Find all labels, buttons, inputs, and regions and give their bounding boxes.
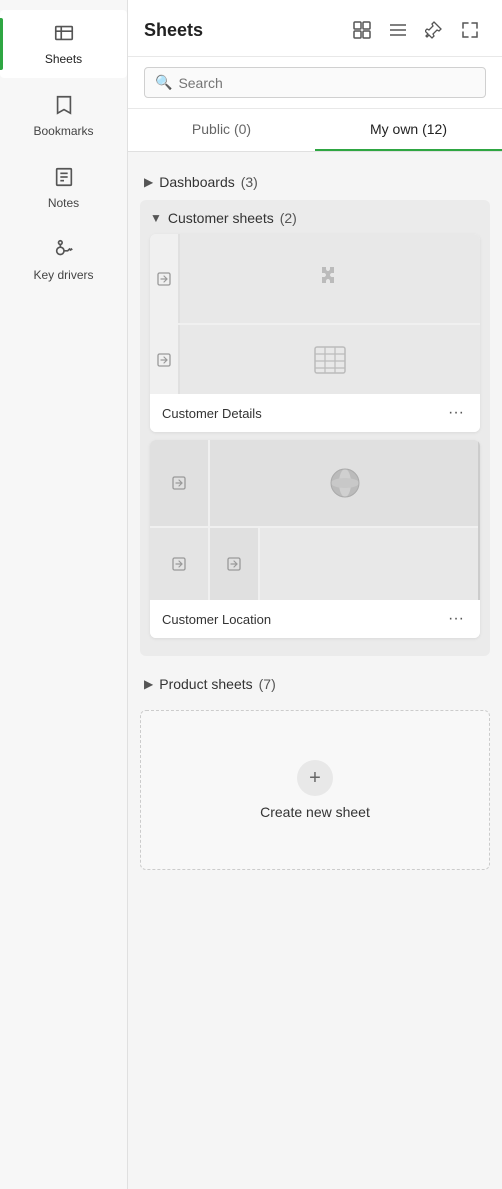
create-plus-icon: + [297, 760, 333, 796]
more-options-customer-location[interactable]: ··· [444, 608, 468, 630]
section-dashboards-label: Dashboards [159, 174, 235, 190]
section-product-sheets[interactable]: ▶ Product sheets (7) [140, 666, 490, 702]
loc-sub-export-icon [210, 528, 260, 600]
section-product-sheets-label: Product sheets [159, 676, 252, 692]
vert-divider [478, 440, 480, 600]
search-bar: 🔍 [128, 57, 502, 109]
header-actions [346, 14, 486, 46]
sheet-card-customer-details[interactable]: Customer Details ··· [150, 234, 480, 432]
create-new-sheet-label: Create new sheet [260, 804, 370, 820]
thumb-icon-export-top [150, 234, 180, 323]
sidebar-item-sheets-label: Sheets [45, 52, 82, 66]
notes-icon [53, 166, 75, 192]
section-customer-sheets-count: (2) [280, 210, 297, 226]
section-customer-sheets-label: Customer sheets [168, 210, 274, 226]
section-customer-sheets-header[interactable]: ▼ Customer sheets (2) [150, 210, 480, 234]
sheet-footer-customer-location: Customer Location ··· [150, 600, 480, 638]
sidebar-item-bookmarks[interactable]: Bookmarks [0, 82, 127, 150]
sidebar: Sheets Bookmarks Notes [0, 0, 128, 1189]
sidebar-item-key-drivers[interactable]: Key drivers [0, 226, 127, 294]
sidebar-item-bookmarks-label: Bookmarks [33, 124, 93, 138]
tabs: Public (0) My own (12) [128, 109, 502, 152]
search-input[interactable] [178, 75, 475, 91]
loc-right-column [210, 440, 480, 600]
sidebar-item-notes[interactable]: Notes [0, 154, 127, 222]
sheets-icon [53, 22, 75, 48]
grid-view-button[interactable] [346, 14, 378, 46]
loc-export-icon-bottom [150, 528, 210, 600]
section-customer-sheets: ▼ Customer sheets (2) [140, 200, 490, 656]
search-input-wrap: 🔍 [144, 67, 486, 98]
thumb-table-icon [180, 325, 480, 394]
loc-export-icon-top [150, 440, 210, 528]
header: Sheets [128, 0, 502, 57]
sidebar-item-key-drivers-label: Key drivers [33, 268, 93, 282]
sheet-name-customer-details: Customer Details [162, 406, 262, 421]
section-dashboards-count: (3) [241, 174, 258, 190]
sidebar-item-sheets[interactable]: Sheets [0, 10, 127, 78]
sheet-thumbnail-customer-location [150, 440, 480, 600]
main-panel: Sheets [128, 0, 502, 1189]
create-new-sheet-card[interactable]: + Create new sheet [140, 710, 490, 870]
thumb-puzzle-icon [180, 234, 480, 323]
section-product-sheets-count: (7) [259, 676, 276, 692]
sidebar-item-notes-label: Notes [48, 196, 79, 210]
key-drivers-icon [53, 238, 75, 264]
pin-button[interactable] [418, 14, 450, 46]
expand-button[interactable] [454, 14, 486, 46]
chevron-right-icon: ▶ [144, 175, 153, 189]
sheet-thumbnail-customer-details [150, 234, 480, 394]
more-options-customer-details[interactable]: ··· [444, 402, 468, 424]
tab-public[interactable]: Public (0) [128, 109, 315, 151]
section-dashboards[interactable]: ▶ Dashboards (3) [140, 164, 490, 200]
search-icon: 🔍 [155, 74, 172, 91]
loc-left-column [150, 440, 210, 600]
sheet-name-customer-location: Customer Location [162, 612, 271, 627]
loc-bottom-row [210, 528, 480, 600]
list-view-button[interactable] [382, 14, 414, 46]
sheet-card-customer-location[interactable]: Customer Location ··· [150, 440, 480, 638]
page-title: Sheets [144, 20, 203, 41]
loc-sub-empty [260, 528, 480, 600]
chevron-right-icon-product: ▶ [144, 677, 153, 691]
bookmarks-icon [53, 94, 75, 120]
content-area: ▶ Dashboards (3) ▼ Customer sheets (2) [128, 152, 502, 1189]
chevron-down-icon: ▼ [150, 211, 162, 225]
sheet-footer-customer-details: Customer Details ··· [150, 394, 480, 432]
loc-globe-icon [210, 440, 480, 528]
thumb-icon-export-bottom [150, 325, 180, 394]
tab-my-own[interactable]: My own (12) [315, 109, 502, 151]
